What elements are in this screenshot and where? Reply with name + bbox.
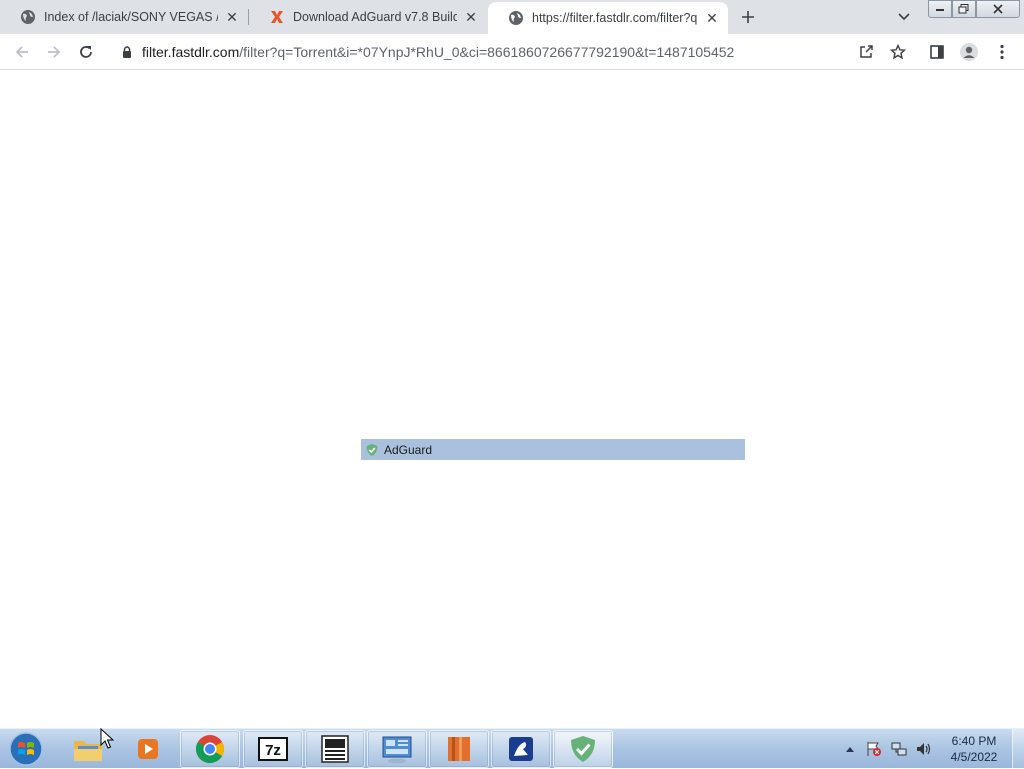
system-clock[interactable]: 6:40 PM 4/5/2022 bbox=[940, 733, 1008, 765]
close-icon bbox=[993, 4, 1003, 14]
show-desktop-button[interactable] bbox=[1012, 729, 1024, 769]
sas-logo-icon bbox=[321, 735, 349, 763]
chevron-up-icon bbox=[846, 747, 854, 752]
avatar-icon bbox=[960, 43, 978, 61]
share-button[interactable] bbox=[852, 37, 880, 67]
menu-button[interactable] bbox=[988, 38, 1016, 66]
lock-icon[interactable] bbox=[120, 45, 134, 59]
restore-button[interactable] bbox=[952, 0, 976, 18]
clock-date: 4/5/2022 bbox=[950, 750, 998, 764]
reload-icon bbox=[80, 46, 92, 58]
adguard-notification-bar[interactable]: AdGuard bbox=[361, 439, 745, 460]
taskbar-orange-app[interactable] bbox=[429, 730, 489, 768]
orange-book-icon bbox=[448, 737, 470, 761]
network-icon bbox=[891, 742, 907, 756]
mouse-cursor-icon bbox=[100, 728, 114, 749]
tray-volume[interactable] bbox=[913, 729, 933, 769]
globe-icon bbox=[508, 10, 524, 26]
bookmark-button[interactable] bbox=[884, 37, 912, 67]
reload-button[interactable] bbox=[72, 38, 100, 66]
url-path: /filter?q=Torrent&i=*07YnpJ*RhU_0&ci=866… bbox=[239, 44, 735, 60]
windows-orb-icon bbox=[9, 732, 43, 766]
taskbar-control-panel[interactable] bbox=[367, 730, 427, 768]
control-panel-icon bbox=[382, 736, 412, 764]
profile-button[interactable] bbox=[955, 38, 983, 66]
arrow-right-icon bbox=[48, 46, 61, 58]
taskbar-blue-app[interactable] bbox=[491, 730, 551, 768]
globe-icon bbox=[20, 9, 36, 25]
adguard-shield-icon bbox=[366, 443, 378, 456]
adguard-shield-icon bbox=[571, 736, 595, 762]
close-window-button[interactable] bbox=[976, 0, 1020, 18]
tab-download-adguard[interactable]: Download AdGuard v7.8 Build 37 ✕ bbox=[249, 0, 487, 34]
taskbar-media-player[interactable] bbox=[118, 730, 178, 768]
browser-toolbar: filter.fastdlr.com/filter?q=Torrent&i=*0… bbox=[0, 34, 1024, 70]
start-button[interactable] bbox=[6, 730, 46, 768]
taskbar-7zip[interactable]: 7z bbox=[243, 730, 303, 768]
tab-index-of-laciak[interactable]: Index of /laciak/SONY VEGAS / ✕ bbox=[0, 0, 248, 34]
clock-time: 6:40 PM bbox=[951, 734, 997, 748]
tab-filter-fastdlr[interactable]: https://filter.fastdlr.com/filter?q= ✕ bbox=[488, 2, 728, 34]
tab-strip: Index of /laciak/SONY VEGAS / ✕ Download… bbox=[0, 0, 1024, 34]
address-bar[interactable]: filter.fastdlr.com/filter?q=Torrent&i=*0… bbox=[108, 37, 920, 67]
forward-button[interactable] bbox=[40, 38, 68, 66]
new-tab-button[interactable] bbox=[736, 5, 760, 29]
side-panel-button[interactable] bbox=[923, 38, 951, 66]
show-hidden-icons-button[interactable] bbox=[842, 729, 858, 769]
chrome-icon bbox=[196, 735, 224, 763]
tray-network[interactable] bbox=[889, 729, 909, 769]
tray-action-center[interactable] bbox=[864, 729, 884, 769]
speaker-icon bbox=[917, 743, 931, 755]
tab-close-icon[interactable]: ✕ bbox=[463, 9, 479, 25]
tab-close-icon[interactable]: ✕ bbox=[704, 10, 720, 26]
7zip-icon: 7z bbox=[258, 737, 288, 761]
blue-app-icon bbox=[509, 737, 533, 761]
star-icon bbox=[890, 44, 906, 60]
flag-warning-icon bbox=[867, 742, 881, 756]
page-content: AdGuard bbox=[0, 71, 1024, 728]
back-button[interactable] bbox=[8, 38, 36, 66]
side-panel-icon bbox=[930, 45, 944, 59]
tab-search-button[interactable] bbox=[894, 9, 914, 25]
windows-taskbar: 7z 6:40 PM 4/5/2022 bbox=[0, 728, 1024, 769]
arrow-left-icon bbox=[15, 46, 28, 58]
restore-icon bbox=[958, 4, 969, 14]
tab-close-icon[interactable]: ✕ bbox=[224, 9, 240, 25]
taskbar-adguard[interactable] bbox=[553, 730, 613, 768]
plus-icon bbox=[742, 11, 754, 23]
tab-title: Download AdGuard v7.8 Build 37 bbox=[293, 10, 457, 24]
x-brand-icon bbox=[269, 9, 285, 25]
adguard-label: AdGuard bbox=[384, 442, 433, 457]
url-text: filter.fastdlr.com/filter?q=Torrent&i=*0… bbox=[142, 44, 734, 60]
taskbar-sas-app[interactable] bbox=[305, 730, 365, 768]
taskbar-chrome[interactable] bbox=[180, 730, 240, 768]
kebab-menu-icon bbox=[1000, 44, 1004, 60]
chevron-down-icon bbox=[898, 13, 910, 21]
tab-title: Index of /laciak/SONY VEGAS / bbox=[44, 10, 218, 24]
share-icon bbox=[860, 45, 873, 58]
minimize-button[interactable] bbox=[928, 0, 952, 18]
svg-text:7z: 7z bbox=[265, 742, 281, 759]
url-host: filter.fastdlr.com bbox=[142, 44, 240, 60]
tab-title: https://filter.fastdlr.com/filter?q= bbox=[532, 11, 698, 25]
minimize-icon bbox=[936, 9, 944, 11]
media-player-icon bbox=[138, 739, 158, 759]
